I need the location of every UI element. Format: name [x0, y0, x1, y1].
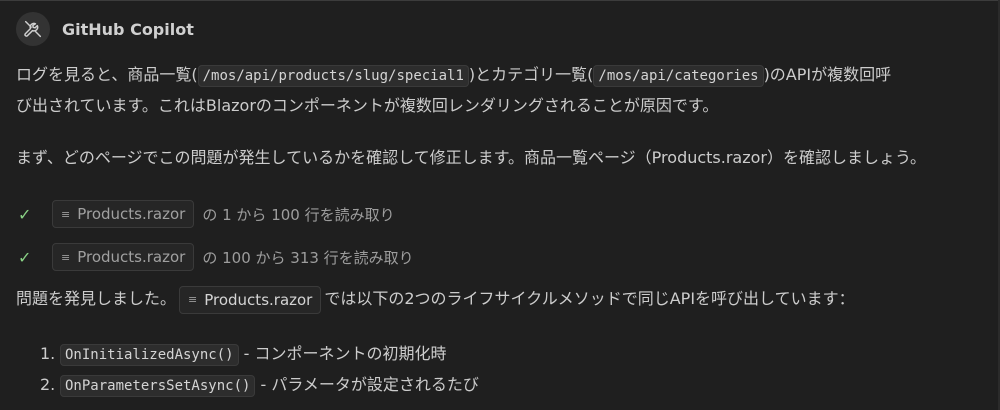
- file-name: Products.razor: [77, 248, 186, 266]
- message-paragraph-1: ログを見ると、商品一覧(/mos/api/products/slug/speci…: [16, 60, 984, 121]
- paragraph-1-line-1: ログを見ると、商品一覧(/mos/api/products/slug/speci…: [16, 60, 984, 91]
- check-icon: ✓: [18, 247, 32, 267]
- inline-code-products-api: /mos/api/products/slug/special1: [197, 65, 469, 87]
- list-item: 2. OnParametersSetAsync() - パラメータが設定されるたび: [40, 370, 479, 401]
- tool-action-row: ✓ ≡ Products.razor の 100 から 313 行を読み取り: [18, 243, 414, 271]
- text-fragment: では以下の2つのライフサイクルメソッドで同じAPIを呼び出しています：: [324, 289, 855, 308]
- text-fragment: )のAPIが複数回呼: [763, 65, 892, 84]
- text-fragment: ログを見ると、商品一覧(: [16, 65, 198, 84]
- paragraph-1-line-2: び出されています。これはBlazorのコンポーネントが複数回レンダリングされるこ…: [16, 96, 719, 115]
- text-fragment: 問題を発見しました。: [16, 289, 177, 308]
- file-icon: ≡: [188, 292, 197, 306]
- file-icon: ≡: [61, 250, 70, 264]
- list-text: - コンポーネントの初期化時: [243, 344, 447, 363]
- list-item: 1. OnInitializedAsync() - コンポーネントの初期化時: [40, 339, 447, 370]
- inline-code-categories-api: /mos/api/categories: [593, 65, 764, 87]
- action-description: の 100 から 313 行を読み取り: [202, 248, 414, 267]
- file-name: Products.razor: [77, 205, 186, 223]
- file-icon: ≡: [61, 207, 70, 221]
- inline-code-method: OnParametersSetAsync(): [60, 375, 256, 397]
- file-reference-chip[interactable]: ≡ Products.razor: [179, 285, 322, 314]
- tools-icon: [24, 20, 42, 38]
- top-divider: [0, 0, 1000, 1]
- inline-code-method: OnInitializedAsync(): [60, 344, 239, 366]
- action-description: の 1 から 100 行を読み取り: [202, 205, 395, 224]
- tool-action-row: ✓ ≡ Products.razor の 1 から 100 行を読み取り: [18, 200, 395, 228]
- copilot-avatar: [16, 12, 50, 46]
- list-number: 2.: [40, 375, 56, 394]
- check-icon: ✓: [18, 204, 32, 224]
- app-name: GitHub Copilot: [62, 19, 194, 39]
- file-reference-chip[interactable]: ≡ Products.razor: [52, 200, 195, 228]
- file-name: Products.razor: [204, 290, 313, 309]
- message-paragraph-2: まず、どのページでこの問題が発生しているかを確認して修正します。商品一覧ページ（…: [16, 148, 927, 167]
- list-text: - パラメータが設定されるたび: [260, 375, 479, 394]
- file-reference-chip[interactable]: ≡ Products.razor: [52, 243, 195, 271]
- chat-header: GitHub Copilot: [16, 12, 194, 46]
- text-fragment: )とカテゴリ一覧(: [468, 65, 594, 84]
- inline-chip-wrapper: ≡ Products.razor: [179, 285, 322, 314]
- message-paragraph-3: 問題を発見しました。 ≡ Products.razor では以下の2つのライフサイクル…: [16, 284, 984, 314]
- list-number: 1.: [40, 344, 56, 363]
